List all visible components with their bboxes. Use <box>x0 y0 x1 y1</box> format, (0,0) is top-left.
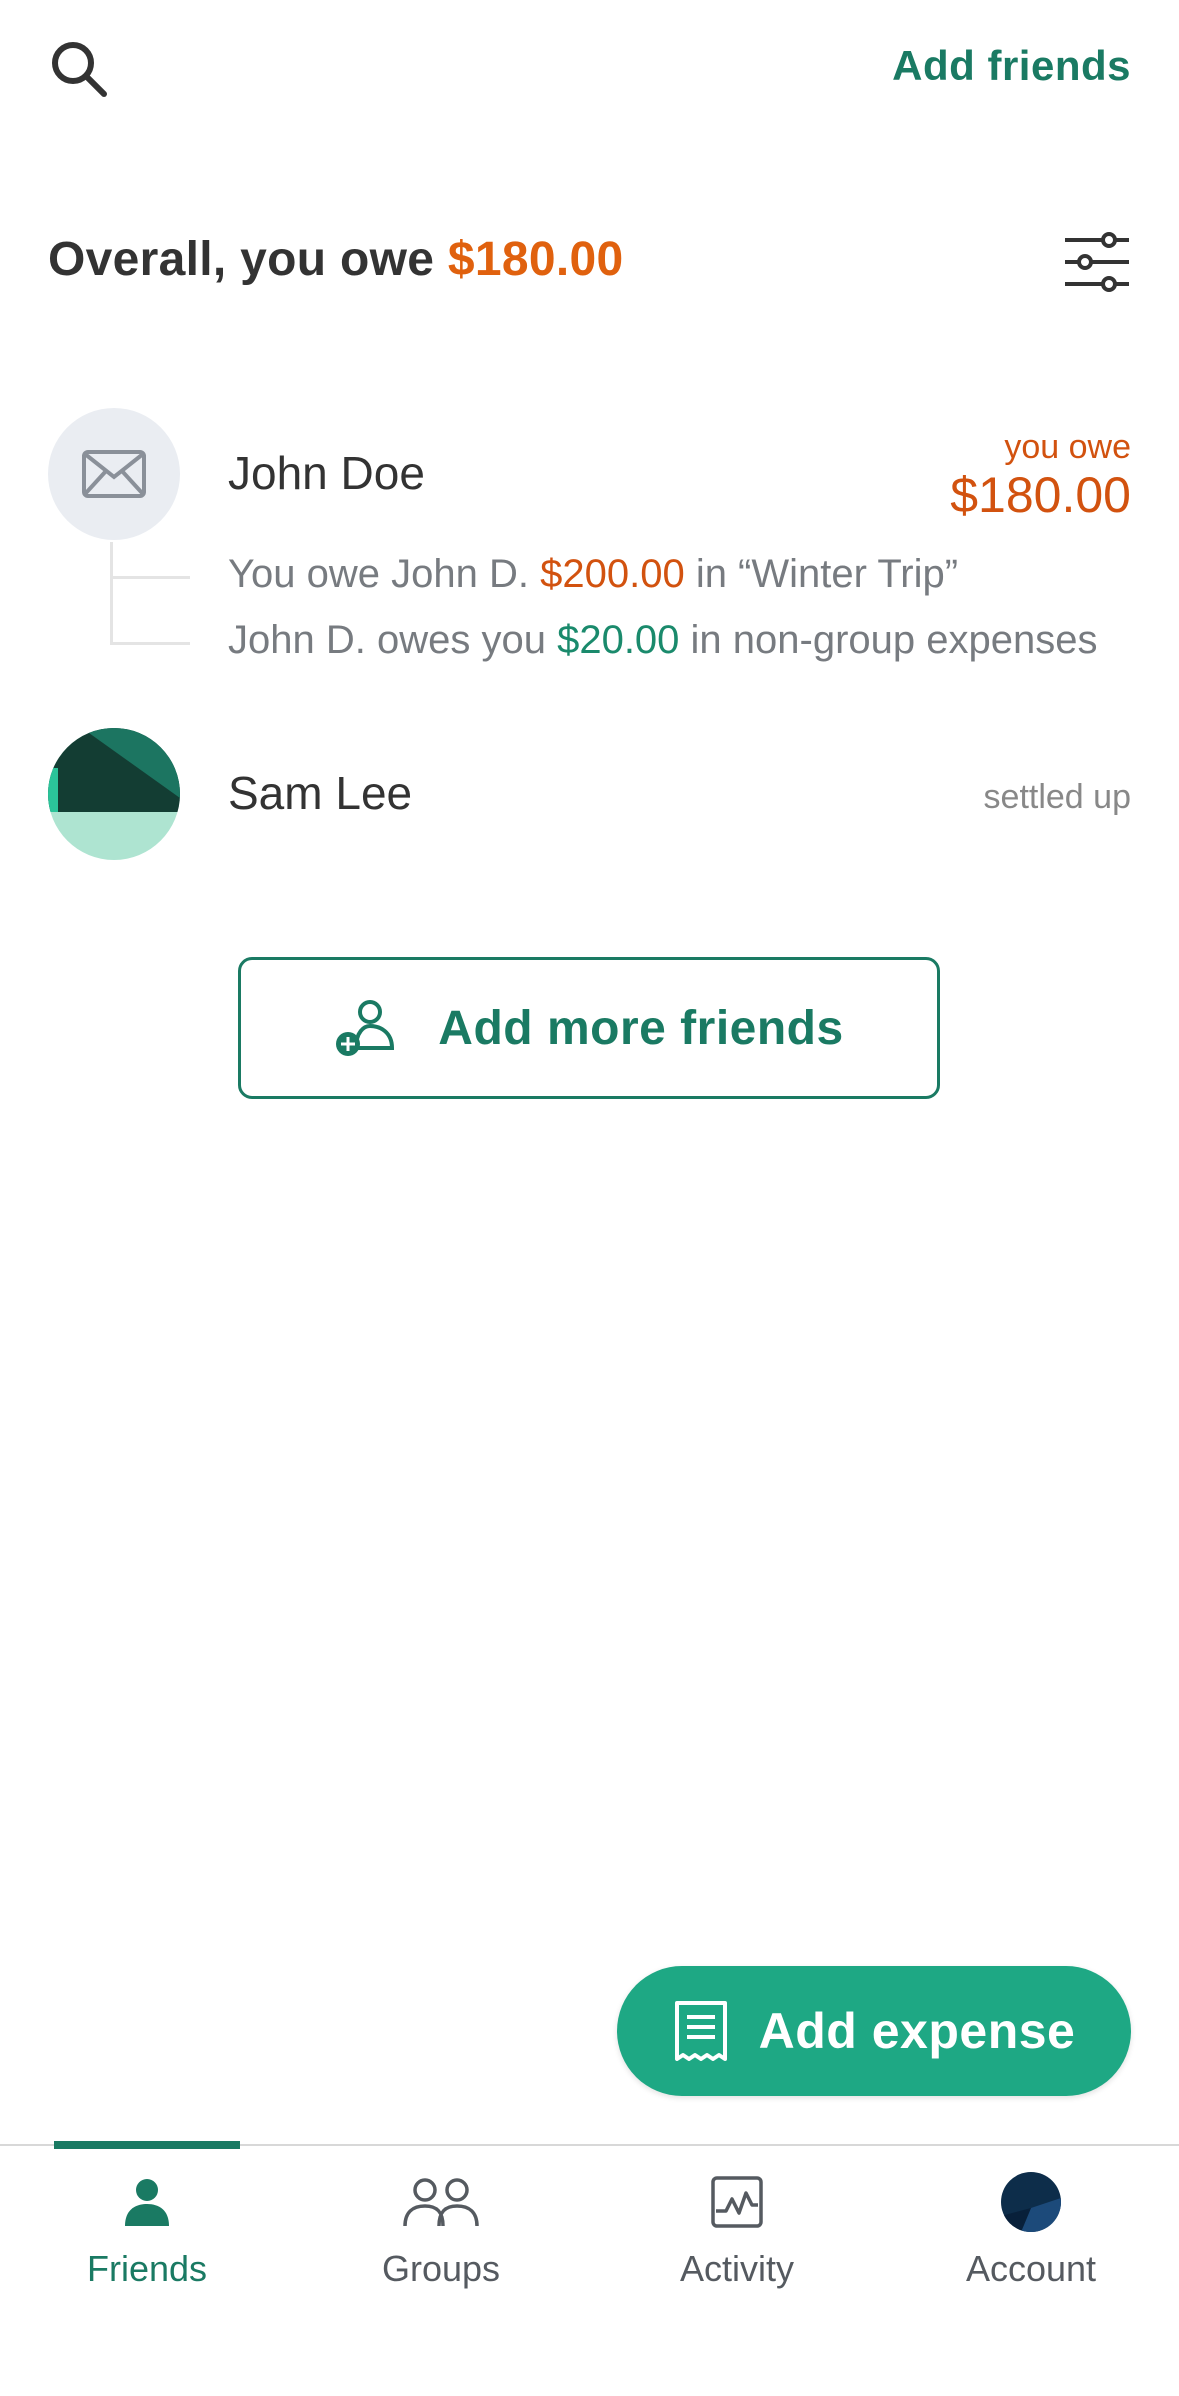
tab-activity-label: Activity <box>679 2248 794 2289</box>
add-expense-button[interactable]: Add expense <box>617 1966 1131 2096</box>
filter-button[interactable] <box>1063 232 1131 292</box>
friend-name[interactable]: Sam Lee <box>228 766 412 820</box>
overall-balance: Overall, you owe $180.00 <box>48 232 624 287</box>
person-icon <box>125 2179 169 2226</box>
overall-balance-prefix: Overall, you owe <box>48 233 435 286</box>
add-more-friends-button[interactable]: Add more friends <box>238 957 940 1099</box>
add-more-friends-label: Add more friends <box>438 1001 844 1055</box>
avatar-pattern <box>48 728 180 860</box>
detail-text: in “Winter Trip” <box>695 552 959 596</box>
tab-groups-label: Groups <box>381 2248 501 2289</box>
balance-detail-line: John D. owes you $20.00 in non-group exp… <box>228 618 1098 663</box>
detail-text: John D. owes you <box>228 618 546 662</box>
tab-account[interactable]: Account <box>884 2150 1178 2310</box>
mail-icon <box>82 450 146 498</box>
tab-activity[interactable]: Activity <box>590 2150 884 2310</box>
overall-balance-amount: $180.00 <box>447 233 624 286</box>
active-tab-indicator <box>54 2141 240 2149</box>
tree-connector <box>110 576 190 579</box>
detail-amount: $200.00 <box>540 552 685 596</box>
tree-connector <box>110 642 190 645</box>
add-expense-label: Add expense <box>758 2003 1076 2059</box>
detail-text: in non-group expenses <box>690 618 1098 662</box>
detail-amount: $20.00 <box>557 618 680 662</box>
friend-avatar-john[interactable] <box>48 408 180 540</box>
add-friends-link[interactable]: Add friends <box>892 42 1131 90</box>
tab-account-label: Account <box>965 2248 1097 2289</box>
account-avatar <box>1001 2172 1061 2232</box>
filter-sliders-icon <box>1065 232 1129 292</box>
people-icon <box>403 2178 479 2227</box>
tab-friends-label: Friends <box>86 2248 208 2289</box>
balance-detail-line: You owe John D. $200.00 in “Winter Trip” <box>228 552 958 597</box>
friend-name[interactable]: John Doe <box>228 446 425 500</box>
detail-text: You owe John D. <box>228 552 529 596</box>
add-person-icon <box>336 1000 395 1056</box>
search-button[interactable] <box>48 38 112 102</box>
search-icon <box>52 42 107 97</box>
activity-icon <box>711 2176 763 2228</box>
balance-status-amount: $180.00 <box>950 467 1131 523</box>
receipt-icon <box>674 2001 727 2061</box>
balance-status-label: you owe <box>1004 428 1131 466</box>
friend-avatar-sam[interactable] <box>48 728 180 860</box>
tree-connector <box>110 542 113 644</box>
tab-friends[interactable]: Friends <box>0 2150 294 2310</box>
settled-up-status: settled up <box>983 778 1131 816</box>
tab-groups[interactable]: Groups <box>294 2150 588 2310</box>
